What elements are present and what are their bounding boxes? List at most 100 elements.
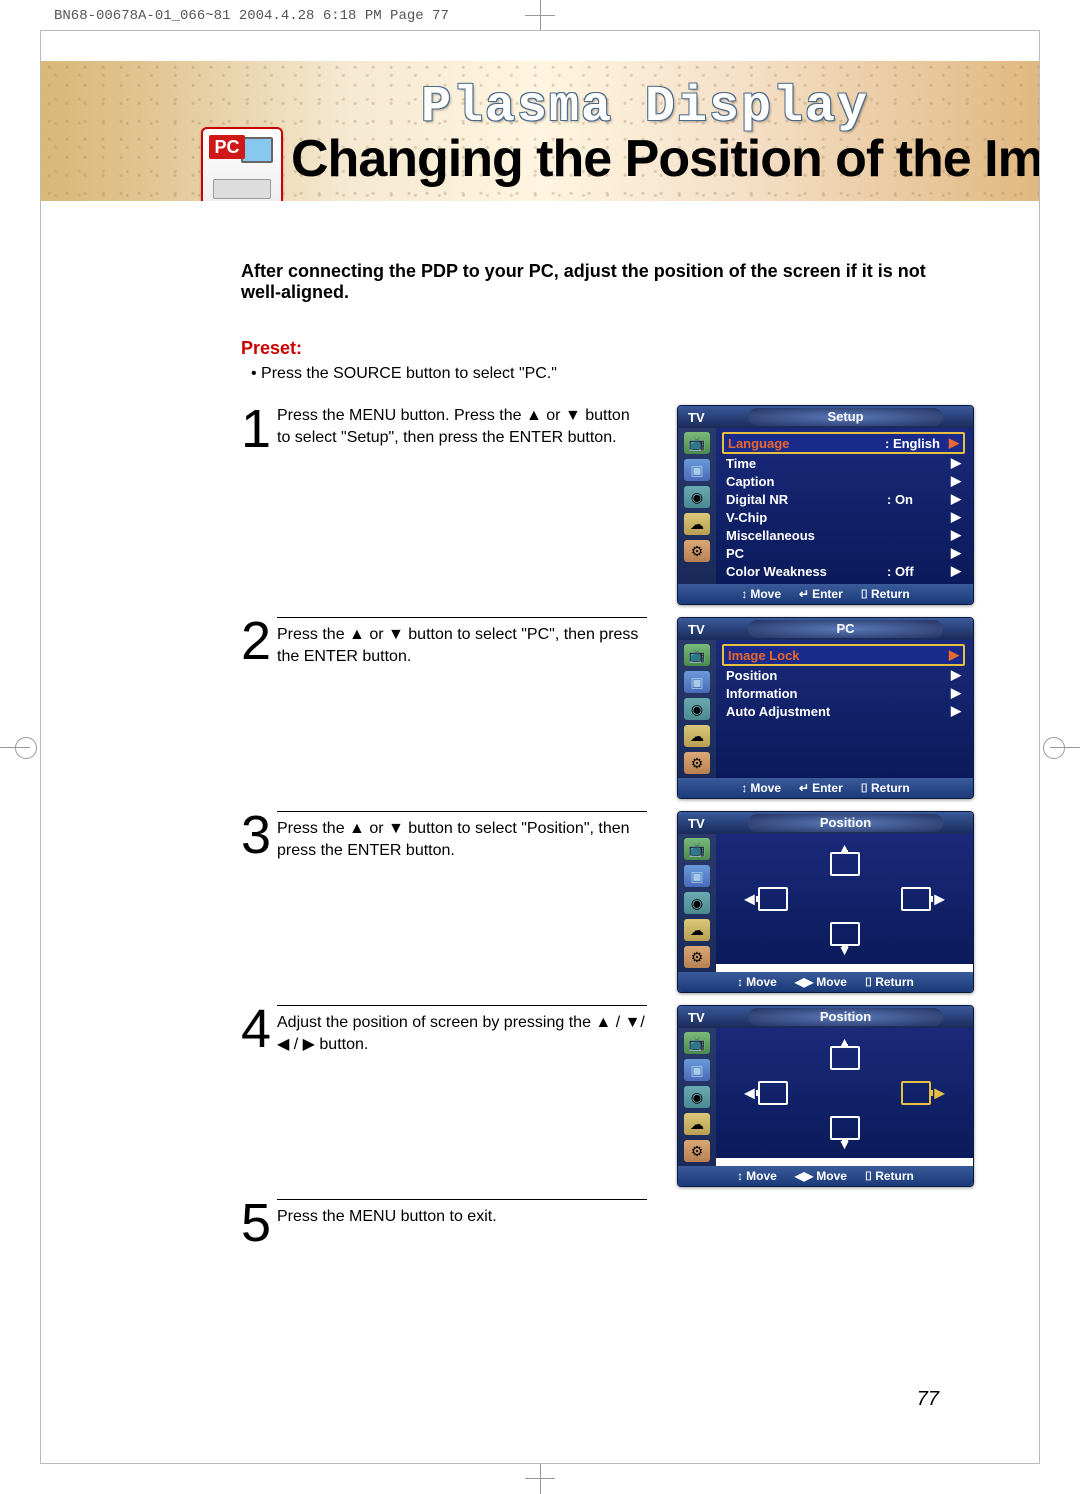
channel-tab-icon: ☁: [684, 1113, 710, 1135]
print-header: BN68-00678A-01_066~81 2004.4.28 6:18 PM …: [54, 8, 449, 24]
return-icon: ⌷: [865, 1169, 872, 1183]
menu-item-vchip: V-Chip▶: [722, 508, 965, 526]
step-text: Press the ▲ or ▼ button to select "PC", …: [277, 617, 647, 667]
screen-right-selected-icon: [901, 1081, 931, 1105]
input-tab-icon: 📺: [684, 432, 710, 454]
osd-tv-label: TV: [688, 1010, 728, 1025]
crop-mark-icon: [540, 0, 541, 30]
osd-position-screenshot-selected: TV Position 📺 ▣ ◉ ☁ ⚙: [677, 1005, 974, 1187]
menu-item-time: Time▶: [722, 454, 965, 472]
osd-tv-label: TV: [688, 410, 728, 425]
leftright-icon: ◀▶: [795, 975, 813, 989]
osd-title: PC: [748, 620, 943, 638]
sound-tab-icon: ◉: [684, 1086, 710, 1108]
updown-icon: ↕: [741, 587, 747, 601]
enter-icon: ↵: [799, 587, 809, 601]
menu-item-information: Information▶: [722, 684, 965, 702]
step-text: Press the ▲ or ▼ button to select "Posit…: [277, 811, 647, 861]
brand-title: Plasma Display: [421, 79, 869, 136]
channel-tab-icon: ☁: [684, 725, 710, 747]
page-frame: Plasma Display Changing the Position of …: [40, 30, 1040, 1464]
menu-item-misc: Miscellaneous▶: [722, 526, 965, 544]
step-row: 5 Press the MENU button to exit.: [241, 1199, 959, 1259]
osd-position-screenshot: TV Position 📺 ▣ ◉ ☁ ⚙: [677, 811, 974, 993]
step-number: 4: [241, 1005, 271, 1054]
pc-badge: PC: [209, 135, 245, 159]
osd-title: Position: [748, 814, 943, 832]
screen-right-icon: [901, 887, 931, 911]
step-row: 4 Adjust the position of screen by press…: [241, 1005, 959, 1187]
updown-icon: ↕: [737, 1169, 743, 1183]
menu-item-auto-adjust: Auto Adjustment▶: [722, 702, 965, 720]
crop-mark-icon: [540, 1464, 541, 1494]
step-number: 5: [241, 1199, 271, 1248]
updown-icon: ↕: [737, 975, 743, 989]
pc-icon: PC: [201, 127, 283, 201]
input-tab-icon: 📺: [684, 838, 710, 860]
channel-tab-icon: ☁: [684, 919, 710, 941]
picture-tab-icon: ▣: [684, 459, 710, 481]
header-band: Plasma Display Changing the Position of …: [41, 61, 1039, 201]
crop-mark-icon: [1050, 747, 1080, 748]
content-area: After connecting the PDP to your PC, adj…: [241, 261, 959, 1271]
screen-down-icon: [830, 922, 860, 946]
osd-sidebar: 📺 ▣ ◉ ☁ ⚙: [678, 1028, 716, 1166]
menu-item-pc: PC▶: [722, 544, 965, 562]
leftright-icon: ◀▶: [795, 1169, 813, 1183]
arrow-right-icon: ▶: [934, 891, 945, 908]
step-row: 3 Press the ▲ or ▼ button to select "Pos…: [241, 811, 959, 993]
menu-item-position: Position▶: [722, 666, 965, 684]
picture-tab-icon: ▣: [684, 865, 710, 887]
osd-footer: ↕Move ↵Enter ⌷Return: [678, 584, 973, 604]
step-number: 1: [241, 405, 271, 454]
osd-menu-list: Language: English▶ Time▶ Caption▶ Digita…: [716, 428, 973, 584]
screen-down-icon: [830, 1116, 860, 1140]
menu-item-color-weakness: Color Weakness: Off▶: [722, 562, 965, 580]
step-row: 2 Press the ▲ or ▼ button to select "PC"…: [241, 617, 959, 799]
step-text: Press the MENU button to exit.: [277, 1199, 647, 1228]
screen-left-icon: [758, 887, 788, 911]
osd-sidebar: 📺 ▣ ◉ ☁ ⚙: [678, 834, 716, 972]
input-tab-icon: 📺: [684, 1032, 710, 1054]
page-title: Changing the Position of the Image: [291, 129, 1039, 189]
setup-tab-icon: ⚙: [684, 540, 710, 562]
channel-tab-icon: ☁: [684, 513, 710, 535]
manual-page: BN68-00678A-01_066~81 2004.4.28 6:18 PM …: [0, 0, 1080, 1494]
return-icon: ⌷: [865, 975, 872, 989]
setup-tab-icon: ⚙: [684, 1140, 710, 1162]
setup-tab-icon: ⚙: [684, 752, 710, 774]
osd-footer: ↕Move ↵Enter ⌷Return: [678, 778, 973, 798]
menu-item-caption: Caption▶: [722, 472, 965, 490]
return-icon: ⌷: [861, 781, 868, 795]
intro-text: After connecting the PDP to your PC, adj…: [241, 261, 959, 303]
sound-tab-icon: ◉: [684, 486, 710, 508]
osd-title: Position: [748, 1008, 943, 1026]
osd-setup-screenshot: TV Setup 📺 ▣ ◉ ☁ ⚙: [677, 405, 974, 605]
screen-up-icon: [830, 852, 860, 876]
osd-menu-list: Image Lock▶ Position▶ Information▶ Auto …: [716, 640, 973, 778]
step-number: 3: [241, 811, 271, 860]
enter-icon: ↵: [799, 781, 809, 795]
menu-item-language: Language: English▶: [722, 432, 965, 454]
picture-tab-icon: ▣: [684, 671, 710, 693]
preset-label: Preset:: [241, 338, 959, 359]
osd-title: Setup: [748, 408, 943, 426]
osd-sidebar: 📺 ▣ ◉ ☁ ⚙: [678, 640, 716, 778]
osd-tv-label: TV: [688, 816, 728, 831]
input-tab-icon: 📺: [684, 644, 710, 666]
position-control: ▲ ▼ ◀ ▶: [716, 1028, 973, 1158]
step-text: Adjust the position of screen by pressin…: [277, 1005, 647, 1055]
picture-tab-icon: ▣: [684, 1059, 710, 1081]
osd-footer: ↕Move ◀▶Move ⌷Return: [678, 972, 973, 992]
sound-tab-icon: ◉: [684, 892, 710, 914]
step-number: 2: [241, 617, 271, 666]
arrow-left-icon: ◀: [744, 891, 755, 908]
page-number: 77: [917, 1388, 939, 1411]
return-icon: ⌷: [861, 587, 868, 601]
osd-pc-screenshot: TV PC 📺 ▣ ◉ ☁ ⚙ Im: [677, 617, 974, 799]
preset-text: • Press the SOURCE button to select "PC.…: [251, 365, 959, 383]
menu-item-image-lock: Image Lock▶: [722, 644, 965, 666]
arrow-left-icon: ◀: [744, 1085, 755, 1102]
setup-tab-icon: ⚙: [684, 946, 710, 968]
arrow-right-icon: ▶: [934, 1085, 945, 1102]
